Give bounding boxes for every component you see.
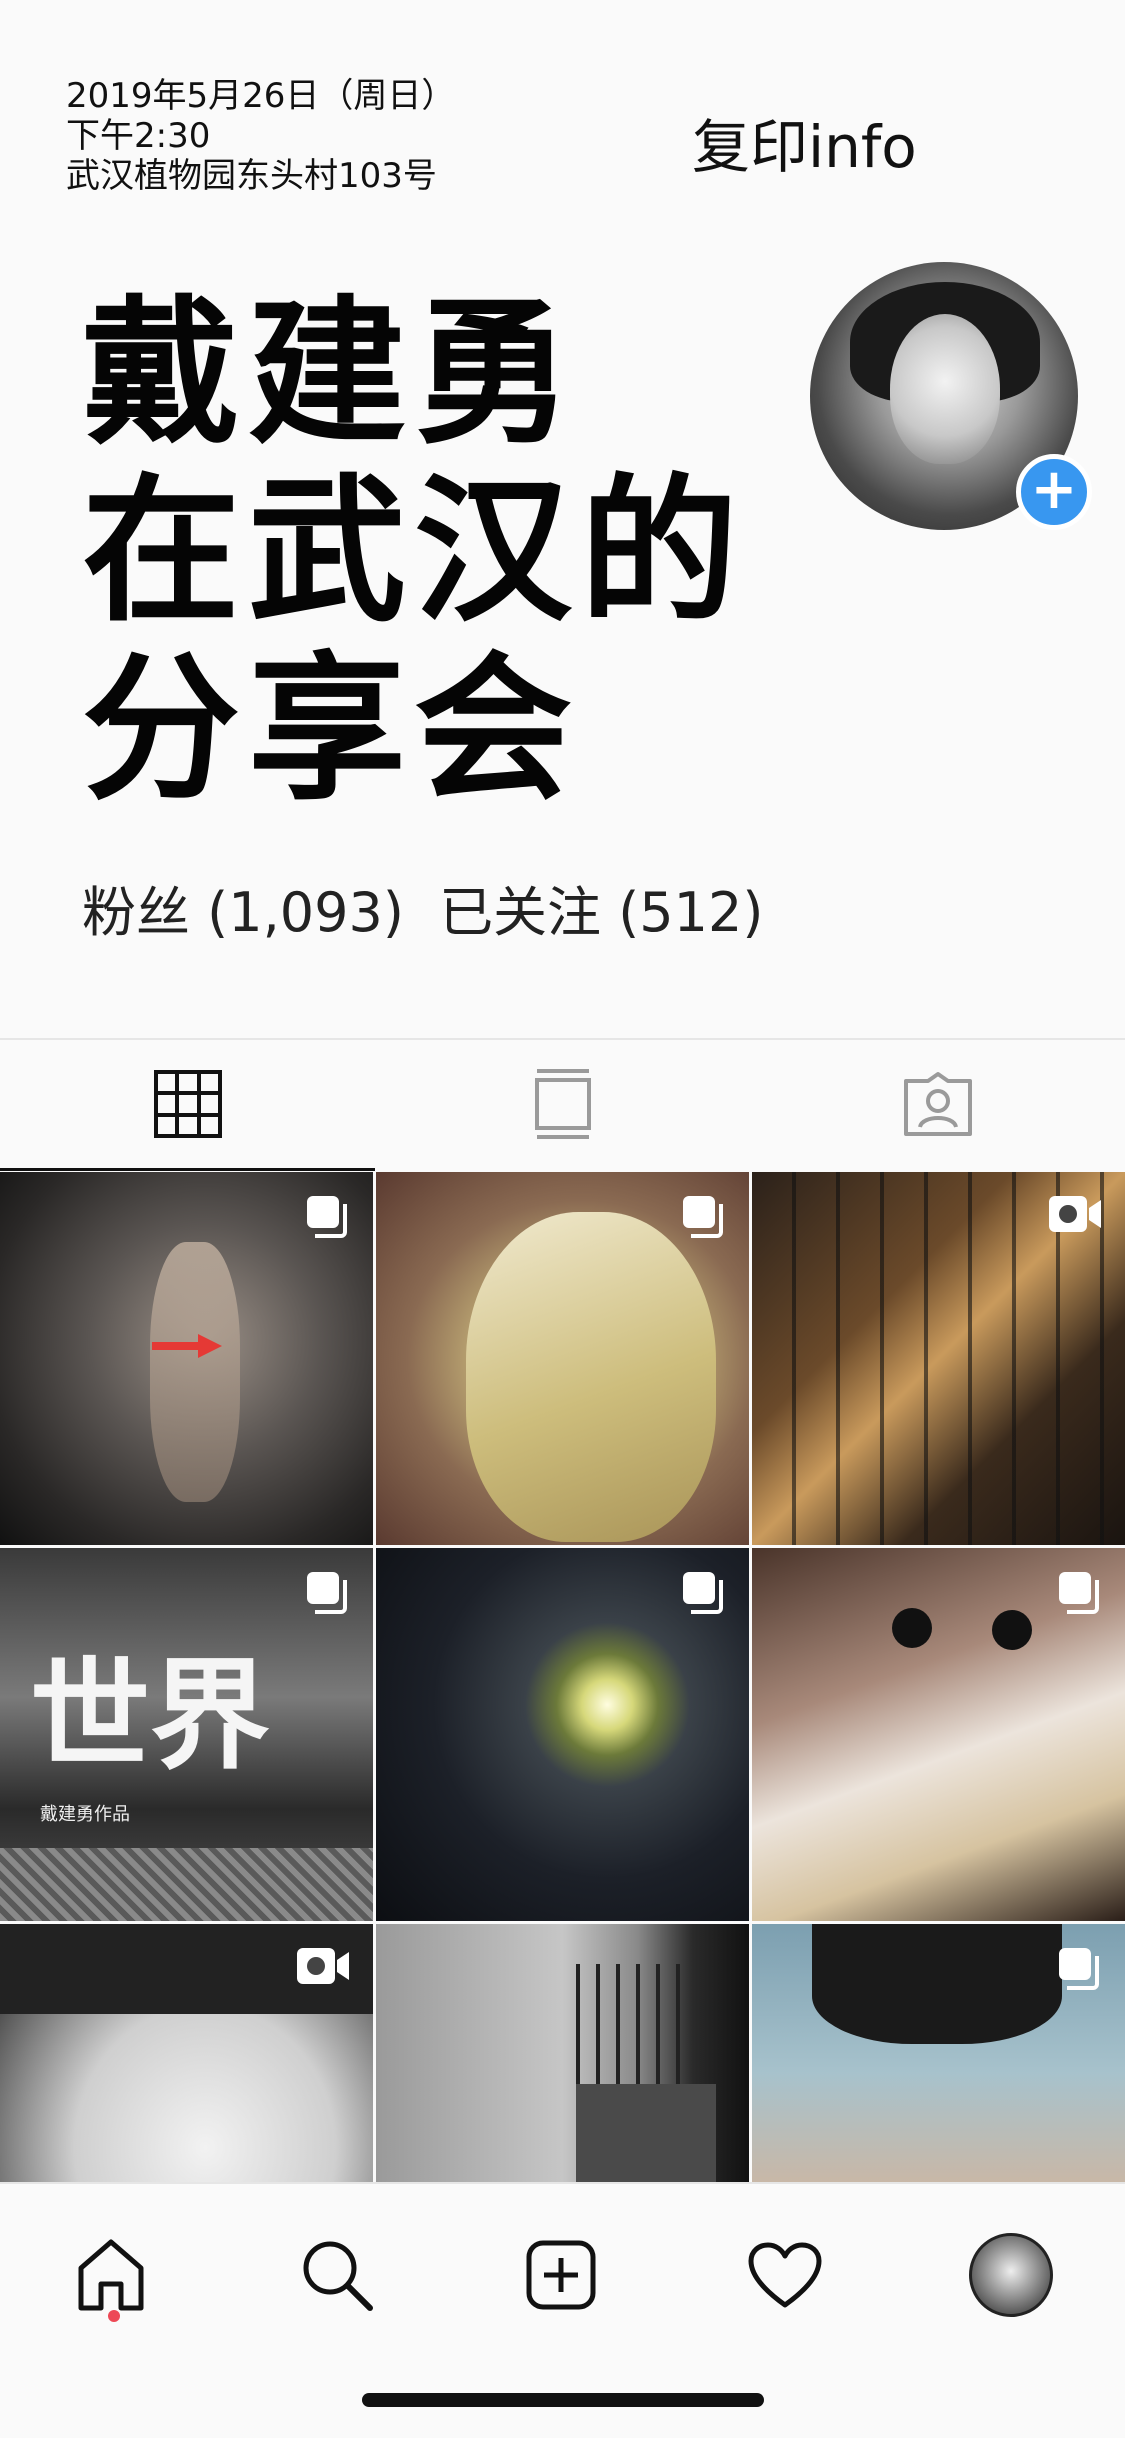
title-line-2: 在武汉的 bbox=[82, 460, 746, 644]
post-nail bbox=[466, 1212, 716, 1542]
event-time: 下午2:30 bbox=[66, 116, 211, 156]
nav-profile[interactable] bbox=[956, 2220, 1066, 2330]
post-tile[interactable] bbox=[0, 1924, 373, 2182]
event-location: 武汉植物园东头村103号 bbox=[66, 156, 437, 196]
home-indicator[interactable] bbox=[362, 2393, 764, 2407]
post-tile[interactable] bbox=[752, 1924, 1125, 2182]
tagged-icon bbox=[903, 1072, 972, 1136]
multi-photo-icon bbox=[1059, 1572, 1099, 1614]
add-story-icon[interactable]: + bbox=[1016, 454, 1092, 530]
nav-search[interactable] bbox=[282, 2220, 392, 2330]
nav-new-post[interactable] bbox=[506, 2220, 616, 2330]
tab-tagged[interactable] bbox=[750, 1040, 1125, 1168]
post-tile[interactable]: 世界 戴建勇作品 bbox=[0, 1548, 373, 1921]
event-meta: 2019年5月26日（周日） 下午2:30 武汉植物园东头村103号 bbox=[66, 76, 455, 196]
video-icon bbox=[297, 1948, 349, 1984]
multi-photo-icon bbox=[307, 1196, 347, 1238]
following-count[interactable]: 已关注 (512) bbox=[439, 881, 763, 944]
tab-grid[interactable] bbox=[0, 1040, 375, 1171]
post-tile[interactable] bbox=[376, 1172, 749, 1545]
home-icon bbox=[78, 2239, 144, 2311]
title-line-3: 分享会 bbox=[82, 638, 580, 822]
red-arrow bbox=[152, 1342, 204, 1350]
avatar-face bbox=[890, 314, 1000, 464]
nav-activity[interactable] bbox=[730, 2220, 840, 2330]
notification-dot bbox=[108, 2310, 120, 2322]
post-tile[interactable] bbox=[376, 1548, 749, 1921]
video-icon bbox=[1049, 1196, 1101, 1232]
post-tile[interactable] bbox=[752, 1172, 1125, 1545]
profile-tabs bbox=[0, 1040, 1125, 1171]
followers-count[interactable]: 粉丝 (1,093) bbox=[82, 881, 404, 944]
post-hair bbox=[812, 1924, 1062, 2044]
cat-eye-right bbox=[992, 1610, 1032, 1650]
post-tile[interactable] bbox=[0, 1172, 373, 1545]
activity-icon bbox=[748, 2242, 822, 2308]
multi-photo-icon bbox=[307, 1572, 347, 1614]
multi-photo-icon bbox=[683, 1572, 723, 1614]
balcony-wall bbox=[576, 2084, 716, 2182]
post-texture bbox=[0, 1848, 373, 1921]
multi-photo-icon bbox=[1059, 1948, 1099, 1990]
tab-feed[interactable] bbox=[375, 1040, 750, 1168]
post-tile[interactable] bbox=[376, 1924, 749, 2182]
title-line-1: 戴建勇 bbox=[82, 282, 580, 466]
profile-avatar-small bbox=[969, 2233, 1053, 2317]
posts-grid: 世界 戴建勇作品 bbox=[0, 1172, 1125, 2182]
event-date: 2019年5月26日（周日） bbox=[66, 76, 456, 116]
multi-photo-icon bbox=[683, 1196, 723, 1238]
cat-eye-left bbox=[892, 1608, 932, 1648]
post-caption: 戴建勇作品 bbox=[40, 1804, 130, 1825]
feed-icon bbox=[534, 1069, 591, 1139]
profile-stats: 粉丝 (1,093) 已关注 (512) bbox=[82, 868, 781, 947]
post-figure bbox=[150, 1242, 240, 1502]
profile-title: 戴建勇 在武汉的 分享会 bbox=[82, 285, 746, 819]
grid-icon bbox=[153, 1070, 222, 1138]
post-tile[interactable] bbox=[752, 1548, 1125, 1921]
copy-info-username[interactable]: 复印info bbox=[692, 100, 917, 184]
search-icon bbox=[303, 2241, 373, 2311]
red-arrow-head bbox=[198, 1334, 222, 1358]
post-overlay-text: 世界 bbox=[30, 1647, 270, 1786]
new-post-icon bbox=[526, 2240, 596, 2310]
